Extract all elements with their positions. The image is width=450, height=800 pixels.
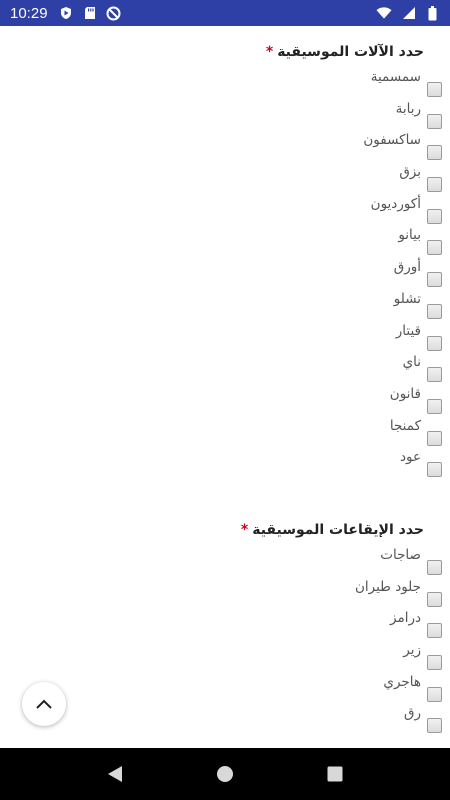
checkbox[interactable] [427, 177, 442, 193]
checkbox[interactable] [427, 367, 442, 383]
rhythms-section: حدد الإيقاعات الموسيقية* صاجات جلود طيران… [241, 520, 442, 736]
home-button[interactable] [205, 754, 245, 794]
chevron-up-icon [36, 699, 52, 709]
instruments-title-text: حدد الآلات الموسيقية [277, 44, 424, 60]
checkbox[interactable] [427, 82, 442, 97]
checkbox-option[interactable]: ربابة [242, 100, 442, 132]
checkbox[interactable] [427, 430, 442, 446]
option-label: صاجات [380, 547, 421, 563]
instruments-section: حدد الآلات الموسيقية* سمسمية ربابة ساكسفون… [242, 42, 442, 480]
option-label: سمسمية [370, 69, 421, 85]
wifi-icon [376, 5, 392, 21]
checkbox-option[interactable]: أورق [242, 258, 442, 290]
home-icon [217, 766, 233, 782]
instruments-title: حدد الآلات الموسيقية* [242, 42, 424, 62]
option-label: ربابة [395, 100, 421, 117]
checkbox[interactable] [427, 240, 442, 256]
recents-button[interactable] [315, 754, 355, 794]
checkbox[interactable] [427, 655, 442, 671]
checkbox-option[interactable]: بزق [242, 163, 442, 195]
checkbox[interactable] [427, 113, 442, 129]
battery-icon [424, 5, 440, 21]
back-icon [108, 766, 122, 782]
checkbox[interactable] [427, 718, 442, 734]
checkbox[interactable] [427, 686, 442, 702]
checkbox-option[interactable]: أكورديون [242, 195, 442, 227]
signal-icon [400, 5, 416, 21]
checkbox-option[interactable]: بيانو [242, 226, 442, 258]
option-label: بزق [399, 164, 421, 181]
checkbox-option[interactable]: قيتار [242, 322, 442, 354]
checkbox-option[interactable]: عود [242, 448, 442, 480]
rhythms-title: حدد الإيقاعات الموسيقية* [241, 520, 424, 540]
checkbox[interactable] [427, 145, 442, 161]
option-label: بيانو [398, 227, 421, 244]
checkbox[interactable] [427, 208, 442, 224]
back-button[interactable] [95, 754, 135, 794]
checkbox[interactable] [427, 591, 442, 607]
option-label: قانون [389, 385, 421, 402]
option-label: هاجري [383, 673, 421, 690]
option-label: ساكسفون [363, 132, 421, 149]
option-label: كمنجا [389, 417, 421, 434]
checkbox-option[interactable]: ناي [242, 353, 442, 385]
option-label: قيتار [395, 322, 421, 339]
checkbox-option[interactable]: جلود طيران [242, 578, 442, 610]
rhythms-title-text: حدد الإيقاعات الموسيقية [252, 522, 424, 538]
checkbox[interactable] [427, 335, 442, 351]
option-label: ناي [402, 354, 421, 371]
checkbox-option[interactable]: سمسمية [242, 68, 442, 100]
navigation-bar [0, 748, 450, 800]
checkbox[interactable] [427, 398, 442, 414]
checkbox[interactable] [427, 303, 442, 319]
option-label: تشلو [393, 290, 421, 307]
option-label: أورق [393, 259, 421, 276]
checkbox-option[interactable]: درامز [242, 609, 442, 641]
option-label: أكورديون [370, 195, 421, 212]
checkbox-option[interactable]: هاجري [242, 673, 442, 705]
scroll-to-top-button[interactable] [22, 682, 66, 726]
option-label: جلود طيران [354, 578, 421, 595]
checkbox-option[interactable]: كمنجا [242, 417, 442, 449]
rhythms-options: صاجات جلود طيران درامز زير هاجري رق [241, 546, 442, 736]
checkbox[interactable] [427, 560, 442, 575]
status-time: 10:29 [10, 4, 48, 22]
form-content: حدد الآلات الموسيقية* سمسمية ربابة ساكسفون… [0, 26, 450, 748]
checkbox-option[interactable]: قانون [242, 385, 442, 417]
checkbox-option[interactable]: ساكسفون [242, 131, 442, 163]
checkbox-option[interactable]: تشلو [242, 290, 442, 322]
status-bar: 10:29 [0, 0, 450, 26]
instruments-options: سمسمية ربابة ساكسفون بزق أكورديون بيانو أورق تش… [242, 68, 442, 480]
checkbox-option[interactable]: رق [242, 704, 442, 736]
option-label: درامز [390, 610, 421, 627]
sd-card-icon [82, 5, 98, 21]
option-label: عود [399, 449, 421, 466]
checkbox-option[interactable]: صاجات [242, 546, 442, 578]
required-mark: * [240, 522, 249, 538]
checkbox[interactable] [427, 272, 442, 288]
play-protect-icon [58, 5, 74, 21]
option-label: رق [404, 705, 421, 722]
recents-icon [327, 766, 343, 782]
required-mark: * [265, 44, 274, 60]
option-label: زير [403, 642, 421, 659]
do-not-disturb-icon [106, 5, 122, 21]
checkbox-option[interactable]: زير [242, 641, 442, 673]
checkbox[interactable] [427, 462, 442, 478]
checkbox[interactable] [427, 623, 442, 639]
